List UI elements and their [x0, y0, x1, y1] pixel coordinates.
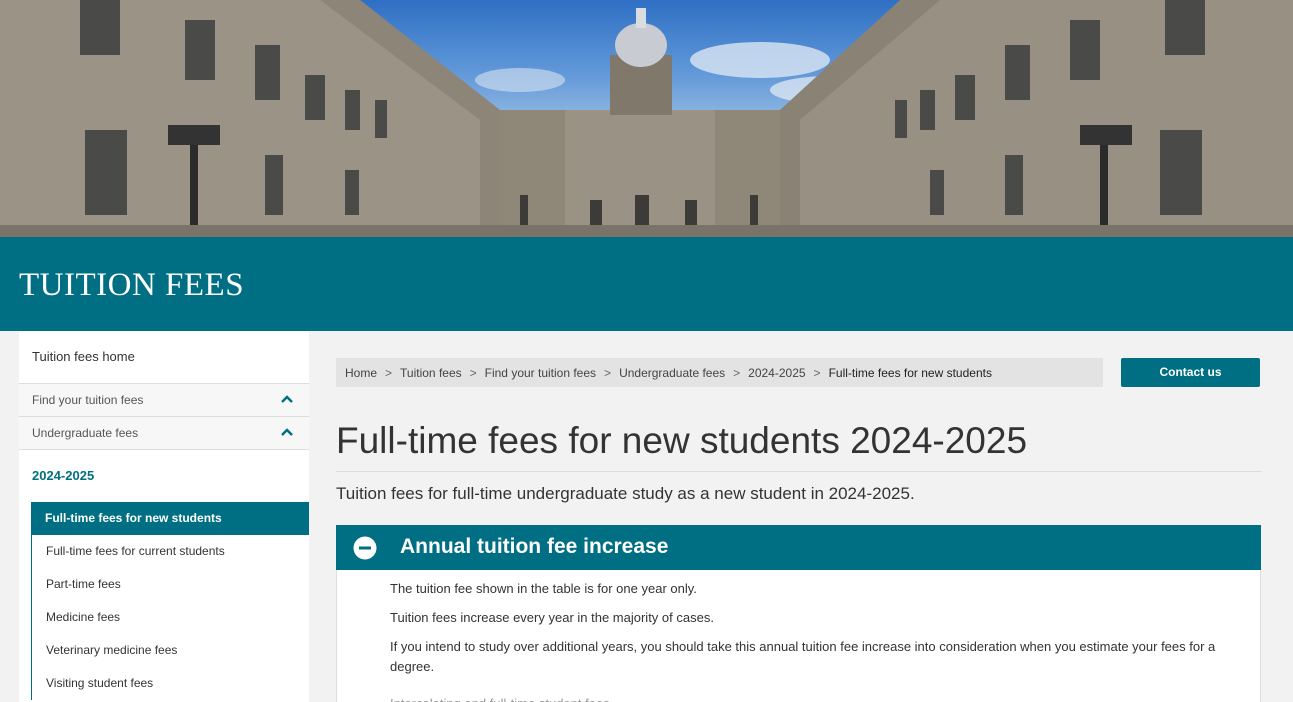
accordion-paragraph: Intercalating and full-time student fees: [390, 694, 1250, 702]
sidebar-item-label: Undergraduate fees: [32, 426, 139, 440]
sidebar-item-full-time-current[interactable]: Full-time fees for current students: [31, 535, 309, 568]
accordion-paragraph: If you intend to study over additional y…: [390, 639, 1216, 674]
chevron-up-icon[interactable]: [280, 425, 294, 439]
breadcrumb-separator: >: [733, 366, 741, 380]
accordion-paragraph: The tuition fee shown in the table is fo…: [390, 581, 697, 596]
sidebar-item-part-time[interactable]: Part-time fees: [31, 568, 309, 601]
breadcrumb-link[interactable]: Find your tuition fees: [485, 366, 596, 380]
site-section-title: TUITION FEES: [19, 267, 245, 303]
breadcrumb-link[interactable]: 2024-2025: [748, 366, 805, 380]
breadcrumb-separator: >: [813, 366, 821, 380]
breadcrumb-separator: >: [469, 366, 477, 380]
page-lead: Tuition fees for full-time undergraduate…: [336, 484, 915, 503]
accordion-header[interactable]: Annual tuition fee increase: [336, 525, 1261, 570]
contact-us-button[interactable]: Contact us: [1121, 358, 1260, 387]
sidebar-item-undergraduate-fees[interactable]: Undergraduate fees: [19, 417, 309, 450]
sidebar-item-label: Find your tuition fees: [32, 393, 144, 407]
sidebar-item-full-time-new[interactable]: Full-time fees for new students: [31, 502, 309, 535]
sidebar-item-veterinary[interactable]: Veterinary medicine fees: [31, 634, 309, 667]
breadcrumb-link[interactable]: Home: [345, 366, 377, 380]
breadcrumb-current: Full-time fees for new students: [828, 366, 992, 380]
hero-image: [0, 0, 1293, 237]
chevron-up-icon[interactable]: [280, 392, 294, 406]
breadcrumb-separator: >: [385, 366, 393, 380]
breadcrumb-separator: >: [604, 366, 612, 380]
accordion-title: Annual tuition fee increase: [400, 535, 669, 558]
sidebar-nav: Tuition fees home Find your tuition fees…: [19, 331, 309, 702]
accordion-body: The tuition fee shown in the table is fo…: [336, 570, 1261, 702]
sidebar-item-medicine[interactable]: Medicine fees: [31, 601, 309, 634]
minus-circle-icon[interactable]: [353, 536, 377, 560]
page-title: Full-time fees for new students 2024-202…: [336, 420, 1028, 461]
breadcrumb-link[interactable]: Undergraduate fees: [619, 366, 725, 380]
sidebar-item-home[interactable]: Tuition fees home: [19, 331, 309, 384]
page-banner: TUITION FEES: [0, 237, 1293, 331]
sidebar-item-year[interactable]: 2024-2025: [19, 450, 309, 502]
breadcrumb: Home > Tuition fees > Find your tuition fees…: [336, 358, 1103, 387]
sidebar-item-visiting[interactable]: Visiting student fees: [31, 667, 309, 700]
accordion-paragraph: Tuition fees increase every year in the …: [390, 610, 714, 625]
sidebar-item-find-fees[interactable]: Find your tuition fees: [19, 384, 309, 417]
breadcrumb-link[interactable]: Tuition fees: [400, 366, 462, 380]
divider: [336, 471, 1261, 472]
